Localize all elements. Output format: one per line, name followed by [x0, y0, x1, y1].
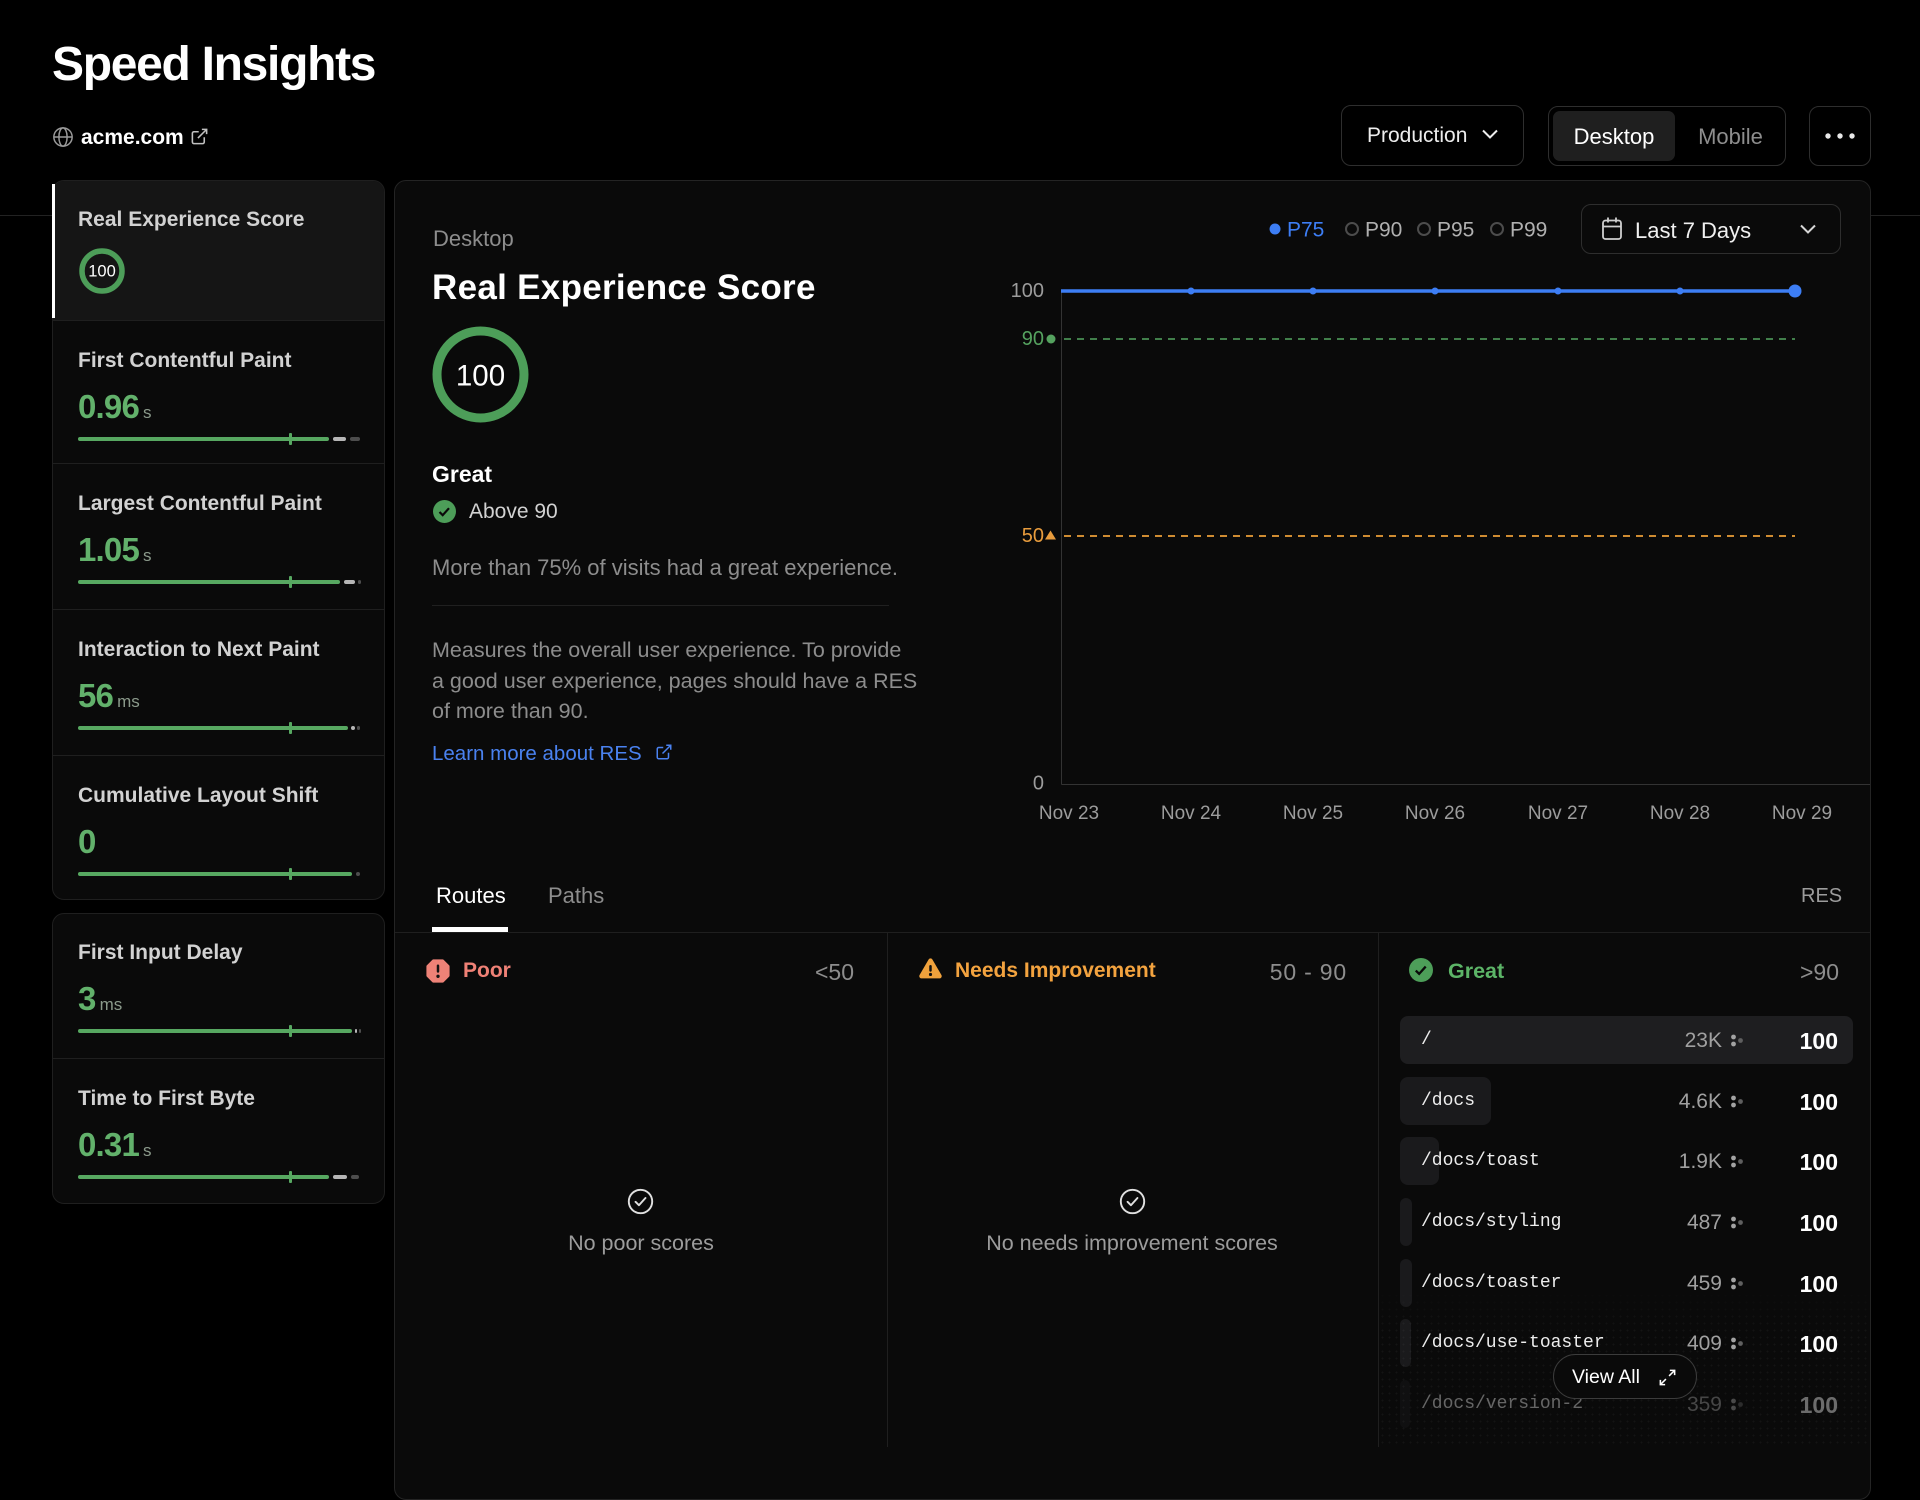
svg-text:100: 100	[1011, 280, 1044, 302]
svg-text:Nov 27: Nov 27	[1528, 803, 1588, 824]
svg-text:Nov 26: Nov 26	[1405, 803, 1465, 824]
svg-text:50: 50	[1022, 525, 1044, 547]
svg-text:Nov 23: Nov 23	[1039, 803, 1099, 824]
svg-text:P95: P95	[1437, 219, 1474, 242]
svg-text:P99: P99	[1510, 219, 1547, 242]
svg-text:0: 0	[1033, 773, 1044, 795]
svg-text:P90: P90	[1365, 219, 1402, 242]
svg-text:Nov 29: Nov 29	[1772, 803, 1832, 824]
svg-text:100: 100	[456, 360, 505, 393]
svg-text:Nov 25: Nov 25	[1283, 803, 1343, 824]
svg-text:Nov 24: Nov 24	[1161, 803, 1222, 824]
svg-text:P75: P75	[1287, 219, 1324, 242]
svg-text:90: 90	[1022, 328, 1044, 350]
svg-text:100: 100	[88, 263, 116, 281]
svg-text:Nov 28: Nov 28	[1650, 803, 1710, 824]
